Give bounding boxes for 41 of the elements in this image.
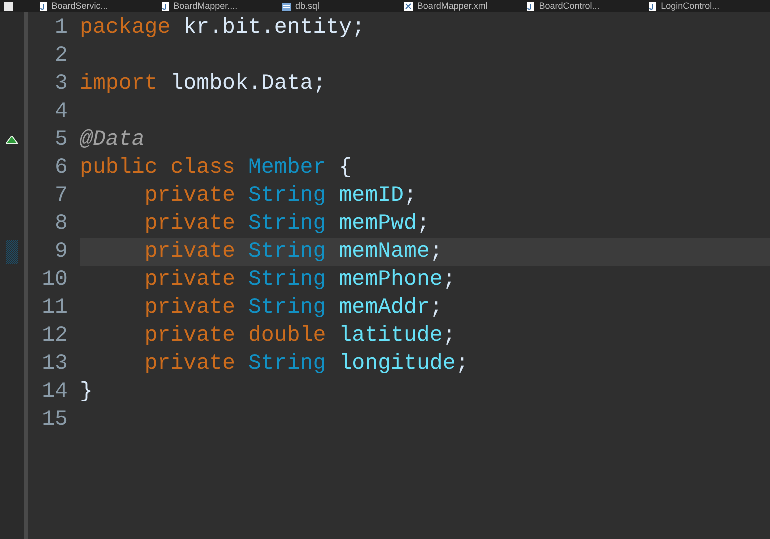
line-number: 5: [54, 128, 68, 152]
code-line: @Data: [80, 127, 146, 154]
line-number: 6: [54, 156, 68, 180]
line-number: 2: [54, 44, 68, 68]
code-line: import lombok.Data;: [80, 71, 328, 98]
code-line: private String longitude;: [144, 351, 470, 378]
line-number: 3: [54, 72, 68, 96]
code-line: private String memPhone;: [144, 267, 457, 294]
editor-tab[interactable]: BoardMapper.xml: [404, 0, 526, 12]
java-file-icon: [648, 2, 658, 10]
code-line: public class Member {: [80, 155, 354, 182]
code-line: package kr.bit.entity;: [80, 15, 366, 42]
editor-tab[interactable]: BoardControl...: [526, 0, 648, 12]
line-number: 12: [41, 324, 68, 348]
line-number: 8: [54, 212, 68, 236]
database-file-icon: [282, 2, 292, 10]
editor-tab[interactable]: BoardMapper....: [160, 0, 282, 12]
annotation-marker-icon: [6, 136, 18, 144]
java-file-icon: [160, 2, 170, 10]
line-number: 13: [41, 352, 68, 376]
line-number: 14: [41, 380, 68, 404]
line-number: 9: [54, 240, 68, 264]
code-line: private String memID;: [144, 183, 418, 210]
code-line: private String memAddr;: [144, 295, 444, 322]
view-menu-icon[interactable]: [4, 2, 13, 10]
line-number: 11: [41, 296, 68, 320]
code-line: }: [80, 379, 94, 406]
java-file-icon: [38, 2, 48, 10]
line-number: 15: [41, 408, 68, 432]
line-number: 10: [41, 268, 68, 292]
line-number: 1: [54, 16, 68, 40]
java-file-icon: [526, 2, 536, 10]
editor-tab[interactable]: BoardServic...: [38, 0, 161, 12]
change-marker-icon: [6, 240, 18, 264]
editor-tab[interactable]: db.sql: [282, 0, 404, 12]
line-number: 4: [54, 100, 68, 124]
editor-tab[interactable]: LoginControl...: [648, 0, 770, 12]
xml-file-icon: [404, 2, 414, 10]
code-line: private double latitude;: [144, 323, 457, 350]
code-line: private String memPwd;: [144, 211, 431, 238]
line-number: 7: [54, 184, 68, 208]
